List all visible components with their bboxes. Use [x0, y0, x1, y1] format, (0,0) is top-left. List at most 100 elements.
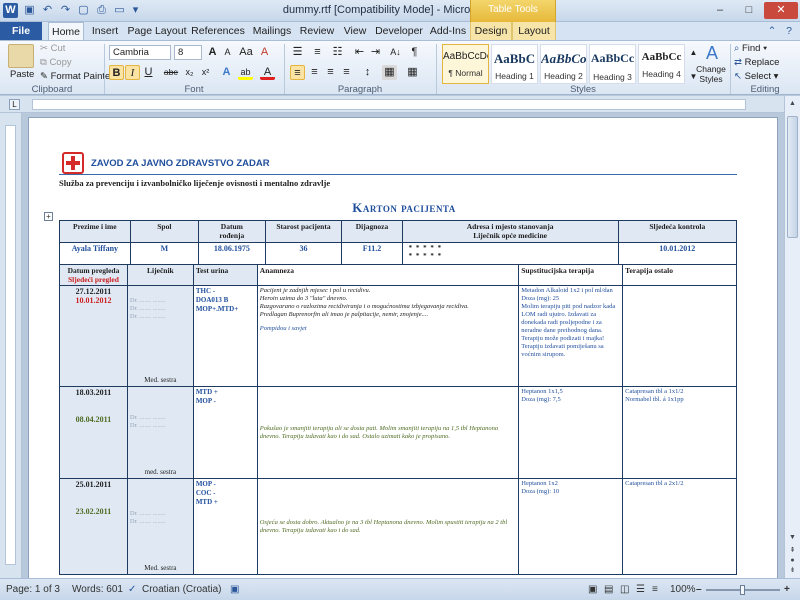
- italic-button[interactable]: I: [125, 65, 140, 80]
- tab-developer[interactable]: Developer: [372, 22, 426, 40]
- tab-design[interactable]: Design: [470, 22, 512, 40]
- borders-icon[interactable]: ▦: [405, 65, 420, 80]
- browse-object-icon[interactable]: ●: [787, 556, 798, 565]
- table-move-handle[interactable]: +: [44, 212, 53, 221]
- full-screen-reading-icon[interactable]: ▤: [604, 584, 613, 595]
- justify-button[interactable]: ≡: [339, 65, 354, 80]
- maximize-button[interactable]: □: [735, 2, 763, 19]
- tab-add-ins[interactable]: Add-Ins: [426, 22, 470, 40]
- shrink-font-icon[interactable]: A: [220, 45, 235, 60]
- style-normal[interactable]: AaBbCcDc ¶ Normal: [442, 44, 489, 84]
- minimize-button[interactable]: –: [706, 2, 734, 19]
- previous-page-icon[interactable]: ⇞: [787, 546, 798, 555]
- col-visit-date: Datum pregleda Sljedeći pregled: [59, 264, 128, 286]
- draft-view-icon[interactable]: ≡: [652, 584, 658, 595]
- style-name: Heading 4: [642, 69, 681, 79]
- zoom-level[interactable]: 100%: [670, 584, 696, 595]
- strikethrough-button[interactable]: abe: [162, 65, 180, 80]
- help-icon[interactable]: ?: [780, 22, 798, 40]
- style-heading-2[interactable]: AaBbCo Heading 2: [540, 44, 587, 84]
- scrollbar-thumb[interactable]: [787, 116, 798, 238]
- select-button[interactable]: ↖ Select ▾: [734, 71, 778, 83]
- numbering-icon[interactable]: ≡: [310, 45, 325, 60]
- anamnesis-text: Pacijent je zadnjih mjesec i pol u recid…: [259, 287, 469, 318]
- macro-record-icon[interactable]: ▣: [230, 584, 239, 595]
- proofing-icon[interactable]: ✓: [128, 584, 136, 595]
- highlight-color-icon[interactable]: ab: [238, 65, 253, 80]
- replace-icon: ⇄: [734, 57, 745, 68]
- minimize-ribbon-icon[interactable]: ⌃: [764, 22, 780, 40]
- cut-button[interactable]: ✂ Cut: [40, 43, 65, 55]
- vertical-ruler[interactable]: [0, 113, 22, 578]
- text-effects-icon[interactable]: A: [219, 65, 234, 80]
- page-count[interactable]: Page: 1 of 3: [6, 584, 60, 595]
- align-left-button[interactable]: ≡: [290, 65, 305, 80]
- col-address-doctor: Adresa i mjesto stanovanja Liječnik opće…: [401, 220, 619, 243]
- tab-references[interactable]: References: [188, 22, 248, 40]
- align-right-button[interactable]: ≡: [323, 65, 338, 80]
- shading-icon[interactable]: ▦: [382, 65, 397, 80]
- clear-formatting-icon[interactable]: A: [257, 45, 272, 60]
- bullets-icon[interactable]: ☰: [290, 45, 305, 60]
- vertical-scrollbar[interactable]: ▲ ▼ ⇞ ● ⇟: [784, 96, 800, 578]
- style-heading-3[interactable]: AaBbCc Heading 3: [589, 44, 636, 84]
- superscript-button[interactable]: x²: [198, 65, 213, 80]
- editing-group-label: Editing: [750, 84, 780, 95]
- col-other-therapy: Terapija ostalo: [622, 264, 737, 286]
- underline-button[interactable]: U: [141, 65, 156, 80]
- line-spacing-icon[interactable]: ↕: [360, 65, 375, 80]
- find-button[interactable]: ⌕ Find ▾: [734, 43, 767, 55]
- replace-button[interactable]: ⇄ Replace: [734, 57, 779, 69]
- zoom-in-icon[interactable]: +: [784, 584, 790, 595]
- align-center-button[interactable]: ≡: [307, 65, 322, 80]
- format-painter-button[interactable]: ✎ Format Painter: [40, 71, 113, 83]
- language[interactable]: Croatian (Croatia): [142, 584, 221, 595]
- card-title: Karton pacijenta: [352, 200, 456, 215]
- tab-review[interactable]: Review: [296, 22, 338, 40]
- multilevel-list-icon[interactable]: ☷: [330, 45, 345, 60]
- print-layout-view-icon[interactable]: ▣: [588, 584, 597, 595]
- tab-home[interactable]: Home: [48, 22, 84, 41]
- change-styles-button[interactable]: Change Styles: [695, 64, 727, 84]
- zoom-slider[interactable]: [706, 585, 780, 595]
- bold-button[interactable]: B: [109, 65, 124, 80]
- web-layout-icon[interactable]: ◫: [620, 584, 629, 595]
- change-styles-icon[interactable]: A: [700, 43, 724, 63]
- horizontal-ruler[interactable]: L: [0, 96, 800, 113]
- zoom-out-icon[interactable]: –: [696, 584, 702, 595]
- close-button[interactable]: ✕: [764, 2, 798, 19]
- scroll-up-icon[interactable]: ▲: [787, 98, 798, 109]
- font-name-combo[interactable]: Cambria: [109, 45, 171, 60]
- col-next-control: Sljedeća kontrola: [617, 220, 738, 243]
- word-count[interactable]: Words: 601: [72, 584, 123, 595]
- increase-indent-icon[interactable]: ⇥: [368, 45, 383, 60]
- subscript-button[interactable]: x₂: [182, 65, 197, 80]
- tab-selector-icon[interactable]: L: [9, 99, 20, 110]
- document-page[interactable]: ZAVOD ZA JAVNO ZDRAVSTVO ZADAR Služba za…: [28, 117, 778, 578]
- grow-font-icon[interactable]: A: [205, 45, 220, 60]
- copy-button[interactable]: ⧉ Copy: [40, 57, 72, 69]
- next-page-icon[interactable]: ⇟: [787, 566, 798, 575]
- style-heading-1[interactable]: AaBbC Heading 1: [491, 44, 538, 84]
- change-case-icon[interactable]: Aa: [237, 45, 255, 60]
- tab-view[interactable]: View: [338, 22, 372, 40]
- styles-scroll-up-icon[interactable]: ▲: [686, 45, 701, 60]
- outline-view-icon[interactable]: ☰: [636, 584, 645, 595]
- tab-layout[interactable]: Layout: [512, 22, 556, 40]
- tab-mailings[interactable]: Mailings: [248, 22, 296, 40]
- style-heading-4[interactable]: AaBbCc Heading 4: [638, 44, 685, 84]
- font-size-combo[interactable]: 8: [174, 45, 202, 60]
- clipboard-paste-icon[interactable]: [8, 44, 34, 68]
- scroll-down-icon[interactable]: ▼: [787, 532, 798, 543]
- tab-file[interactable]: File: [0, 22, 42, 40]
- paste-button[interactable]: Paste: [10, 69, 34, 81]
- tab-page-layout[interactable]: Page Layout: [126, 22, 188, 40]
- sort-icon[interactable]: A↓: [388, 45, 403, 60]
- anamnesis-text: Pokušao je smanjiti terapiju ali se dost…: [259, 424, 499, 440]
- font-color-icon[interactable]: A: [260, 65, 275, 80]
- tab-insert[interactable]: Insert: [86, 22, 124, 40]
- show-formatting-marks-icon[interactable]: ¶: [407, 45, 422, 60]
- decrease-indent-icon[interactable]: ⇤: [352, 45, 367, 60]
- zoom-slider-thumb[interactable]: [740, 585, 745, 595]
- document-workspace[interactable]: ZAVOD ZA JAVNO ZDRAVSTVO ZADAR Služba za…: [22, 113, 784, 578]
